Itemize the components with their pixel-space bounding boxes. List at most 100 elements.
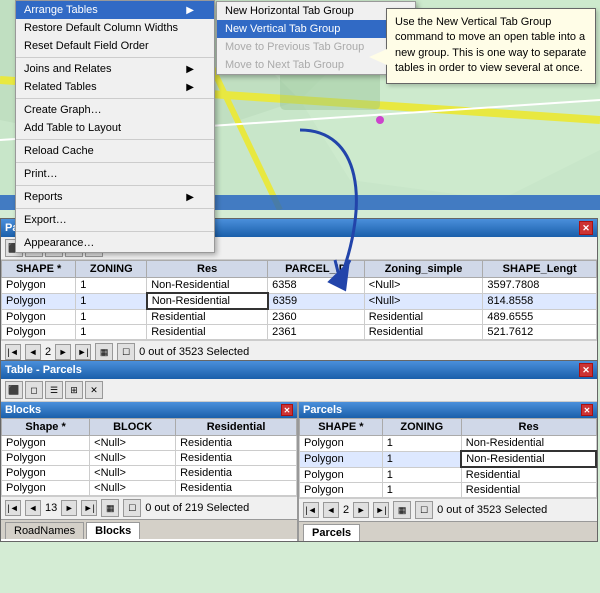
menu-item-joins-relates[interactable]: Joins and Relates ▶: [16, 60, 214, 78]
toolbar-btn-b1[interactable]: ⬛: [5, 381, 23, 399]
parcels-r-nav-prev[interactable]: ◄: [323, 502, 339, 518]
menu-item-appearance-label: Appearance…: [24, 237, 94, 249]
menu-item-reports-label: Reports: [24, 191, 63, 203]
nav-first-btn[interactable]: |◄: [5, 344, 21, 360]
parcels-r-nav-next[interactable]: ►: [353, 502, 369, 518]
table-row[interactable]: Polygon 1 Non-Residential: [300, 451, 597, 467]
parcels-r-footer: |◄ ◄ 2 ► ►| ▦ ☐ 0 out of 3523 Selected: [299, 498, 597, 521]
blocks-nav-prev[interactable]: ◄: [25, 500, 41, 516]
blocks-col-shape[interactable]: Shape *: [2, 419, 90, 436]
blocks-table: Shape * BLOCK Residential Polygon <Null>…: [1, 418, 297, 496]
menu-separator-2: [16, 98, 214, 99]
menu-item-restore-col[interactable]: Restore Default Column Widths: [16, 19, 214, 37]
table-row[interactable]: Polygon 1 Non-Residential 6358 <Null> 35…: [2, 278, 597, 294]
table-top-close-button[interactable]: ✕: [579, 221, 593, 235]
blocks-nav-next[interactable]: ►: [61, 500, 77, 516]
menu-item-create-graph[interactable]: Create Graph…: [16, 101, 214, 119]
menu-separator-6: [16, 208, 214, 209]
menu-separator-4: [16, 162, 214, 163]
blocks-clear[interactable]: ☐: [123, 499, 141, 517]
parcels-r-selected-count: 0 out of 3523 Selected: [437, 504, 547, 516]
table-row[interactable]: Polygon <Null> Residentia: [2, 451, 297, 466]
menu-item-create-graph-label: Create Graph…: [24, 104, 102, 116]
table-bottom: Table - Parcels ✕ ⬛ ◻ ☰ ⊞ ✕ Blocks ✕ Sha…: [0, 360, 598, 542]
split-pane: Blocks ✕ Shape * BLOCK Residential Polyg…: [1, 402, 597, 541]
parcels-r-nav-first[interactable]: |◄: [303, 502, 319, 518]
blocks-tab-roadnames[interactable]: RoadNames: [5, 522, 84, 539]
col-zoning[interactable]: ZONING: [76, 261, 147, 278]
toolbar-btn-b5[interactable]: ✕: [85, 381, 103, 399]
pane-blocks-title: Blocks: [5, 404, 41, 416]
nav-prev-btn[interactable]: ◄: [25, 344, 41, 360]
menu-item-reload[interactable]: Reload Cache: [16, 142, 214, 160]
pane-parcels-close[interactable]: ✕: [581, 404, 593, 416]
col-parcelid[interactable]: PARCEL_ID: [268, 261, 365, 278]
col-zoning-simple[interactable]: Zoning_simple: [364, 261, 483, 278]
pane-blocks-close[interactable]: ✕: [281, 404, 293, 416]
blocks-nav-last[interactable]: ►|: [81, 500, 97, 516]
menu-item-reset-field-label: Reset Default Field Order: [24, 40, 149, 52]
parcels-r-clear[interactable]: ☐: [415, 501, 433, 519]
table-bottom-toolbar: ⬛ ◻ ☰ ⊞ ✕: [1, 379, 597, 402]
col-shape-length[interactable]: SHAPE_Lengt: [483, 261, 597, 278]
table-row[interactable]: Polygon <Null> Residentia: [2, 466, 297, 481]
table-bottom-titlebar: Table - Parcels ✕: [1, 361, 597, 379]
page-num: 2: [45, 346, 51, 358]
toolbar-btn-b2[interactable]: ◻: [25, 381, 43, 399]
parcels-r-nav-last[interactable]: ►|: [373, 502, 389, 518]
table-row[interactable]: Polygon 1 Residential 2360 Residential 4…: [2, 309, 597, 325]
menu-item-export[interactable]: Export…: [16, 211, 214, 229]
tooltip-box: Use the New Vertical Tab Group command t…: [386, 8, 596, 84]
parcels-r-col-shape[interactable]: SHAPE *: [300, 419, 383, 436]
menu-item-reset-field[interactable]: Reset Default Field Order: [16, 37, 214, 55]
blocks-tab-blocks[interactable]: Blocks: [86, 522, 140, 539]
menu-item-appearance[interactable]: Appearance…: [16, 234, 214, 252]
pane-blocks-titlebar: Blocks ✕: [1, 402, 297, 418]
menu-item-related-tables-label: Related Tables: [24, 81, 97, 93]
blocks-select-all[interactable]: ▦: [101, 499, 119, 517]
blocks-col-block[interactable]: BLOCK: [90, 419, 176, 436]
table-row[interactable]: Polygon 1 Non-Residential: [300, 436, 597, 452]
nav-last-btn[interactable]: ►|: [75, 344, 91, 360]
menu-separator-7: [16, 231, 214, 232]
tooltip-text: Use the New Vertical Tab Group command t…: [395, 16, 586, 74]
table-bottom-close-button[interactable]: ✕: [579, 363, 593, 377]
blocks-col-residential[interactable]: Residential: [176, 419, 297, 436]
blocks-nav-first[interactable]: |◄: [5, 500, 21, 516]
menu-item-related-tables[interactable]: Related Tables ▶: [16, 78, 214, 96]
table-row[interactable]: Polygon 1 Residential: [300, 467, 597, 483]
col-res[interactable]: Res: [147, 261, 268, 278]
nav-next-btn[interactable]: ►: [55, 344, 71, 360]
menu-item-restore-col-label: Restore Default Column Widths: [24, 22, 178, 34]
table-row[interactable]: Polygon 1 Non-Residential 6359 <Null> 81…: [2, 293, 597, 309]
menu-item-add-table-label: Add Table to Layout: [24, 122, 121, 134]
select-all-btn[interactable]: ▦: [95, 343, 113, 361]
blocks-footer: |◄ ◄ 13 ► ►| ▦ ☐ 0 out of 219 Selected: [1, 496, 297, 519]
pane-parcels: Parcels ✕ SHAPE * ZONING Res Polygon 1 N…: [299, 402, 597, 541]
clear-select-btn[interactable]: ☐: [117, 343, 135, 361]
table-row[interactable]: Polygon <Null> Residentia: [2, 436, 297, 451]
menu-item-arrange-tables-label: Arrange Tables: [24, 4, 98, 16]
menu-item-print[interactable]: Print…: [16, 165, 214, 183]
pane-blocks: Blocks ✕ Shape * BLOCK Residential Polyg…: [1, 402, 299, 541]
parcels-r-col-res[interactable]: Res: [461, 419, 596, 436]
parcels-table-right: SHAPE * ZONING Res Polygon 1 Non-Residen…: [299, 418, 597, 498]
parcels-r-tab-parcels[interactable]: Parcels: [303, 524, 360, 541]
pane-parcels-title: Parcels: [303, 404, 342, 416]
table-row[interactable]: Polygon <Null> Residentia: [2, 481, 297, 496]
toolbar-btn-b4[interactable]: ⊞: [65, 381, 83, 399]
parcels-r-col-zoning[interactable]: ZONING: [382, 419, 461, 436]
toolbar-btn-b3[interactable]: ☰: [45, 381, 63, 399]
blocks-tabs: RoadNames Blocks: [1, 519, 297, 539]
menu-separator-1: [16, 57, 214, 58]
menu-item-arrange-tables[interactable]: Arrange Tables ▶: [16, 1, 214, 19]
menu-item-joins-relates-label: Joins and Relates: [24, 63, 111, 75]
parcels-r-select-all[interactable]: ▦: [393, 501, 411, 519]
menu-item-reports[interactable]: Reports ▶: [16, 188, 214, 206]
table-row[interactable]: Polygon 1 Residential: [300, 483, 597, 498]
col-shape[interactable]: SHAPE *: [2, 261, 76, 278]
menu-item-add-table[interactable]: Add Table to Layout: [16, 119, 214, 137]
table-row[interactable]: Polygon 1 Residential 2361 Residential 5…: [2, 325, 597, 340]
blocks-selected-count: 0 out of 219 Selected: [145, 502, 249, 514]
menu-separator-5: [16, 185, 214, 186]
